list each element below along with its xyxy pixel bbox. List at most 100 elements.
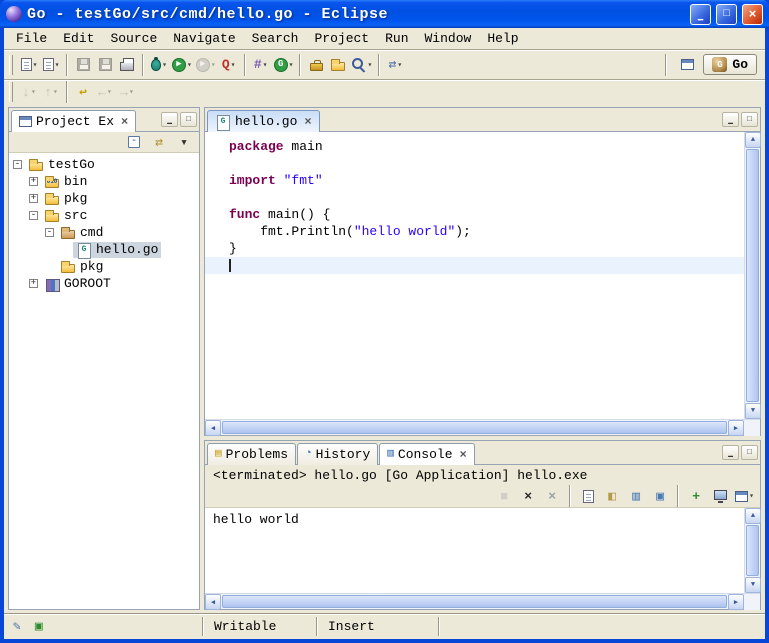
tree-item-goroot[interactable]: +GOROOT	[9, 275, 199, 292]
menu-source[interactable]: Source	[102, 30, 165, 47]
tree-item-testgo[interactable]: -testGo	[9, 156, 199, 173]
tab-project-explorer[interactable]: Project Ex ×	[11, 110, 136, 132]
code-line-8[interactable]	[205, 257, 744, 274]
maximize-view-button[interactable]: □	[741, 112, 758, 127]
toolbar-grip[interactable]	[9, 82, 13, 102]
tab-problems[interactable]: ▤Problems	[207, 443, 296, 465]
scrollbar-thumb[interactable]	[222, 595, 727, 608]
maximize-view-button[interactable]: □	[741, 445, 758, 460]
tab-history[interactable]: ◔History	[297, 443, 378, 465]
new-go-element-button[interactable]: ▾	[40, 53, 62, 77]
code-editor[interactable]: package main import "fmt" func main() { …	[205, 132, 744, 419]
editor-horizontal-scrollbar[interactable]: ◀ ▶	[205, 419, 760, 435]
go-wizard-button[interactable]: G▾	[272, 53, 296, 77]
run-last-tool-button[interactable]: Q▾	[218, 53, 240, 77]
tree-collapse-icon[interactable]: -	[45, 228, 54, 237]
last-edit-location-button[interactable]: ↩	[72, 80, 94, 104]
code-line-6[interactable]: fmt.Println("hello world");	[205, 223, 744, 240]
external-tools-button[interactable]	[305, 53, 327, 77]
tree-collapse-icon[interactable]: -	[13, 160, 22, 169]
remove-all-terminated-button[interactable]: ×	[541, 486, 563, 506]
run-button[interactable]: ▶▾	[170, 53, 194, 77]
close-window-button[interactable]: ×	[742, 4, 763, 25]
code-line-4[interactable]	[205, 189, 744, 206]
scroll-up-button[interactable]: ▲	[745, 132, 761, 148]
tab-console[interactable]: ▥Console×	[379, 443, 474, 465]
tree-expand-icon[interactable]: +	[29, 194, 38, 203]
scrollbar-track[interactable]	[221, 420, 728, 435]
launch-console-icon[interactable]: ▣	[35, 620, 43, 633]
code-line-5[interactable]: func main() {	[205, 206, 744, 223]
console-vertical-scrollbar[interactable]: ▲ ▼	[744, 508, 760, 593]
search-button[interactable]: ▾	[349, 53, 374, 77]
menu-edit[interactable]: Edit	[55, 30, 102, 47]
tree-expand-icon[interactable]: +	[29, 279, 38, 288]
tree-item-hello-go[interactable]: Ghello.go	[9, 241, 199, 258]
scroll-right-button[interactable]: ▶	[728, 420, 744, 436]
open-console-dropdown[interactable]: ▾	[733, 486, 756, 506]
tree-item-cmd[interactable]: -cmd	[9, 224, 199, 241]
scroll-right-button[interactable]: ▶	[728, 594, 744, 610]
console-output[interactable]: hello world	[205, 508, 744, 593]
minimize-view-button[interactable]: ▁	[722, 112, 739, 127]
clear-console-button[interactable]	[577, 486, 599, 506]
open-folder-button[interactable]	[327, 53, 349, 77]
scroll-up-button[interactable]: ▲	[745, 508, 761, 524]
scrollbar-track[interactable]	[745, 524, 760, 577]
menu-search[interactable]: Search	[244, 30, 307, 47]
menu-window[interactable]: Window	[417, 30, 480, 47]
scroll-left-button[interactable]: ◀	[205, 420, 221, 436]
maximize-window-button[interactable]: □	[716, 4, 737, 25]
code-line-7[interactable]: }	[205, 240, 744, 257]
minimize-view-button[interactable]: ▁	[722, 445, 739, 460]
scroll-down-button[interactable]: ▼	[745, 403, 761, 419]
display-selected-console-button[interactable]	[709, 486, 731, 506]
minimize-window-button[interactable]: ▁	[690, 4, 711, 25]
tab-hello-go[interactable]: G hello.go ×	[207, 110, 320, 132]
view-menu-button[interactable]: ▾	[173, 133, 195, 151]
fast-view-icon[interactable]: ✎	[13, 620, 21, 633]
code-line-3[interactable]: import "fmt"	[205, 172, 744, 189]
pin-console-button[interactable]: ▣	[649, 486, 671, 506]
new-go-app-button[interactable]: #▾	[250, 53, 272, 77]
debug-button[interactable]: ▾	[148, 53, 170, 77]
scroll-lock-button[interactable]: ◧	[601, 486, 623, 506]
toolbar-grip[interactable]	[9, 55, 13, 75]
print-button[interactable]	[116, 53, 138, 77]
scrollbar-thumb[interactable]	[746, 525, 759, 576]
menu-file[interactable]: File	[8, 30, 55, 47]
scrollbar-track[interactable]	[221, 594, 728, 609]
close-tab-icon[interactable]: ×	[460, 448, 467, 462]
menu-run[interactable]: Run	[377, 30, 416, 47]
maximize-view-button[interactable]: □	[180, 112, 197, 127]
tree-expand-icon[interactable]: +	[29, 177, 38, 186]
tree-item-pkg[interactable]: +pkg	[9, 190, 199, 207]
tree-item-src[interactable]: -src	[9, 207, 199, 224]
word-wrap-button[interactable]: ▥	[625, 486, 647, 506]
open-console-button[interactable]: +	[685, 486, 707, 506]
code-line-2[interactable]	[205, 155, 744, 172]
minimize-view-button[interactable]: ▁	[161, 112, 178, 127]
tree-item-pkg[interactable]: pkg	[9, 258, 199, 275]
close-tab-icon[interactable]: ×	[121, 115, 128, 129]
link-with-editor-button[interactable]: ⇄	[148, 133, 170, 151]
console-horizontal-scrollbar[interactable]: ◀ ▶	[205, 593, 760, 609]
editor-vertical-scrollbar[interactable]: ▲ ▼	[744, 132, 760, 419]
team-sync-button[interactable]: ⇄▾	[384, 53, 406, 77]
title-bar[interactable]: Go - testGo/src/cmd/hello.go - Eclipse ▁…	[0, 0, 769, 28]
code-line-1[interactable]: package main	[205, 138, 744, 155]
new-wizard-button[interactable]: ▾	[18, 53, 40, 77]
menu-navigate[interactable]: Navigate	[165, 30, 243, 47]
tree-collapse-icon[interactable]: -	[29, 211, 38, 220]
go-perspective-button[interactable]: G Go	[703, 54, 757, 75]
remove-launch-button[interactable]: ×	[517, 486, 539, 506]
open-perspective-button[interactable]	[676, 53, 698, 77]
scrollbar-track[interactable]	[745, 148, 760, 403]
tree-item-bin[interactable]: +010bin	[9, 173, 199, 190]
scrollbar-thumb[interactable]	[746, 149, 759, 402]
menu-help[interactable]: Help	[479, 30, 526, 47]
scroll-left-button[interactable]: ◀	[205, 594, 221, 610]
scroll-down-button[interactable]: ▼	[745, 577, 761, 593]
menu-project[interactable]: Project	[306, 30, 377, 47]
close-tab-icon[interactable]: ×	[304, 115, 311, 129]
